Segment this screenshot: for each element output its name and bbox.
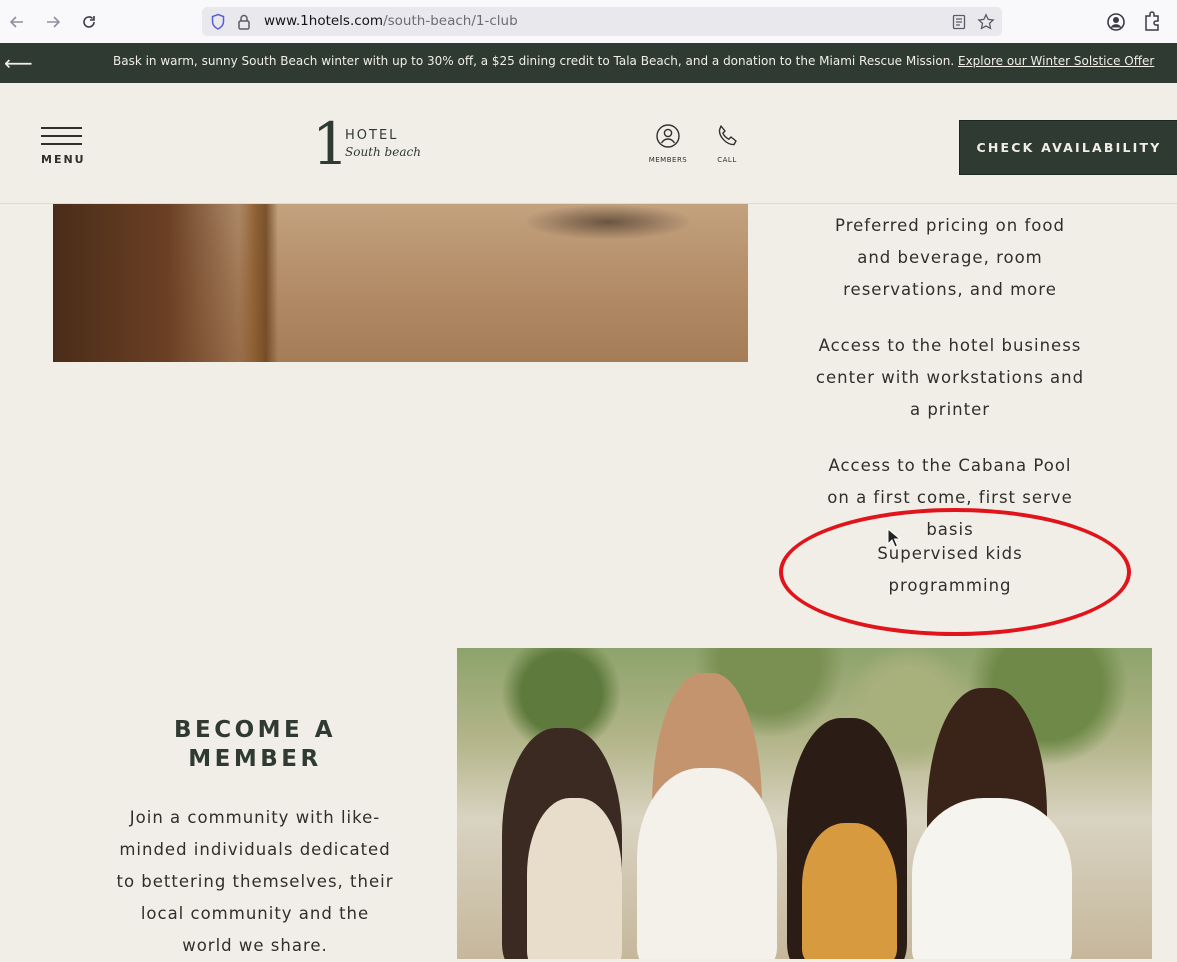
photo-person — [802, 823, 897, 959]
promo-offer-link[interactable]: Explore our Winter Solstice Offer — [958, 54, 1154, 68]
logo-location: South beach — [345, 145, 421, 159]
hamburger-line — [41, 143, 82, 145]
url-host: www.1hotels.com — [264, 13, 384, 29]
reload-icon[interactable] — [77, 10, 101, 34]
members-photo — [457, 648, 1152, 959]
photo-person — [527, 798, 622, 959]
menu-label: MENU — [41, 153, 86, 166]
call-button[interactable]: CALL — [702, 123, 752, 171]
become-member-title: BECOME A MEMBER — [173, 717, 337, 772]
left-arrow-icon[interactable]: ⟵ — [4, 51, 33, 75]
mouse-cursor-icon — [887, 528, 901, 548]
photo-figure — [523, 204, 693, 240]
browser-toolbar: www.1hotels.com/south-beach/1-club — [0, 0, 1177, 44]
photo-post — [238, 204, 278, 362]
hamburger-icon — [41, 127, 82, 129]
photo-person — [637, 768, 777, 959]
photo-shadow — [53, 204, 263, 362]
logo-number: 1 — [312, 110, 349, 178]
logo-hotel: HOTEL — [345, 128, 399, 143]
call-label: CALL — [717, 156, 737, 164]
members-button[interactable]: MEMBERS — [643, 123, 693, 171]
perk-item: Access to the hotel business center with… — [815, 336, 1085, 419]
url-bar[interactable]: www.1hotels.com/south-beach/1-club — [202, 7, 1002, 36]
reader-view-icon[interactable] — [951, 13, 969, 31]
account-icon[interactable] — [1105, 11, 1127, 33]
site-logo[interactable]: 1 HOTEL South beach — [312, 115, 422, 175]
promo-banner: ⟵ Bask in warm, sunny South Beach winter… — [0, 43, 1177, 83]
bookmark-star-icon[interactable] — [977, 13, 995, 31]
site-header: MENU 1 HOTEL South beach MEMBERS CALL CH… — [0, 83, 1177, 204]
beach-photo — [53, 204, 748, 362]
back-arrow-icon[interactable] — [5, 10, 29, 34]
forward-arrow-icon[interactable] — [41, 10, 65, 34]
url-path: /south-beach/1-club — [383, 13, 518, 29]
lock-icon[interactable] — [237, 13, 255, 31]
menu-button[interactable]: MENU — [41, 127, 86, 167]
url-text[interactable]: www.1hotels.com/south-beach/1-club — [264, 13, 518, 29]
annotation-ellipse — [779, 508, 1131, 636]
check-availability-button[interactable]: CHECK AVAILABILITY — [959, 120, 1177, 175]
hamburger-line — [41, 135, 82, 137]
extensions-icon[interactable] — [1142, 11, 1164, 33]
perk-item: Preferred pricing on food and beverage, … — [835, 216, 1065, 299]
promo-text: Bask in warm, sunny South Beach winter w… — [113, 54, 1154, 68]
promo-message: Bask in warm, sunny South Beach winter w… — [113, 54, 955, 68]
shield-icon[interactable] — [210, 13, 228, 31]
become-member-body: Join a community with like-minded indivi… — [116, 808, 394, 955]
phone-icon — [718, 125, 737, 146]
photo-person — [912, 798, 1072, 959]
user-circle-icon — [656, 124, 680, 148]
members-label: MEMBERS — [648, 156, 688, 164]
